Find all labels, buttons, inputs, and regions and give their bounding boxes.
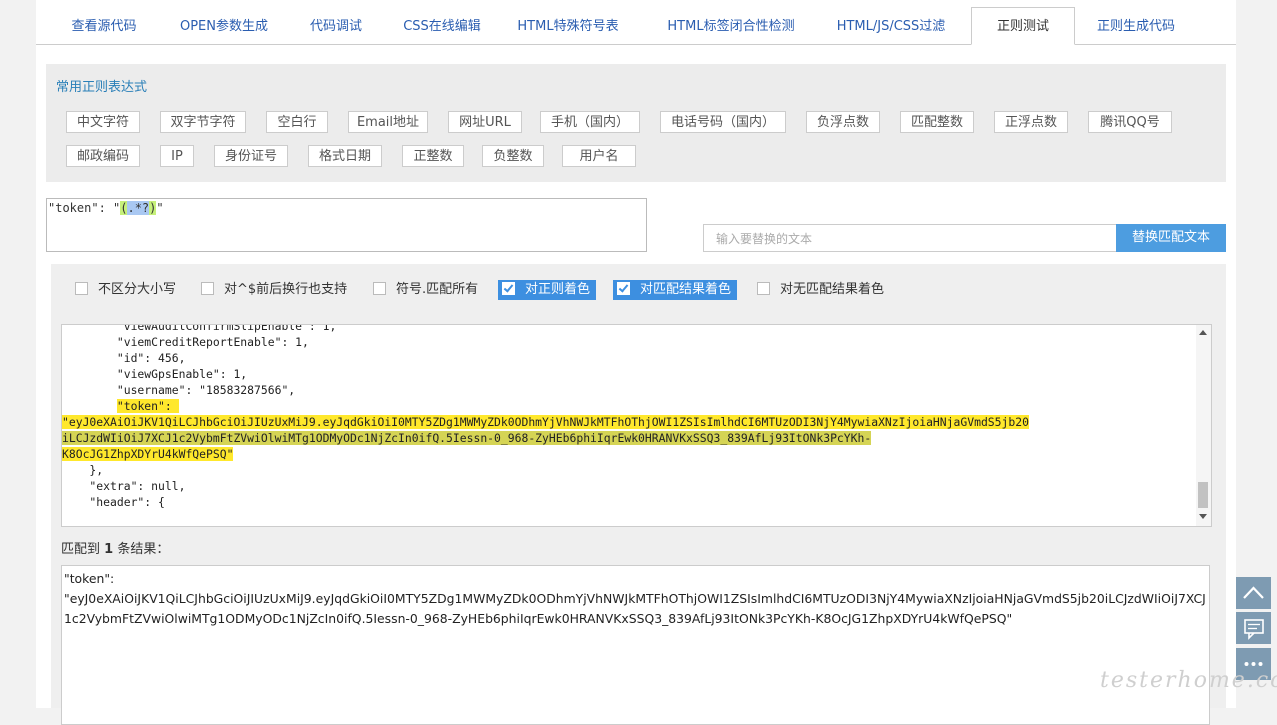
tab-css-editor[interactable]: CSS在线编辑 [392, 8, 492, 44]
checkbox-icon [373, 282, 386, 295]
code-line: "id": 456, [62, 351, 186, 365]
chevron-up-icon [1243, 586, 1264, 599]
code-line: "header": { [62, 495, 165, 509]
regex-btn-postcode[interactable]: 邮政编码 [66, 145, 140, 167]
option-color-regex[interactable]: 对正则着色 [498, 280, 597, 300]
common-regex-panel: 常用正则表达式 中文字符 双字节字符 空白行 Email地址 网址URL 手机（… [46, 64, 1226, 182]
regex-btn-integer[interactable]: 匹配整数 [900, 111, 974, 133]
code-line: iLCJzdWIiOiJ7XCJ1c2VybmFtZVwiOlwiMTg1ODM… [62, 430, 1194, 446]
regex-suffix: " [156, 201, 164, 215]
replace-text-input[interactable]: 输入要替换的文本 [703, 224, 1117, 252]
common-regex-title: 常用正则表达式 [56, 80, 148, 95]
match-highlight: K8OcJG1ZhpXDYrU4kWfQePSQ" [62, 447, 234, 461]
regex-btn-negative-float[interactable]: 负浮点数 [806, 111, 880, 133]
regex-btn-ip[interactable]: IP [160, 145, 194, 167]
regex-btn-double-byte[interactable]: 双字节字符 [160, 111, 246, 133]
code-line: "viemCreditReportEnable": 1, [62, 335, 309, 349]
tab-regex-codegen[interactable]: 正则生成代码 [1086, 8, 1186, 44]
tab-view-source[interactable]: 查看源代码 [56, 8, 152, 44]
option-case-insensitive[interactable]: 不区分大小写 [75, 280, 176, 300]
regex-btn-date[interactable]: 格式日期 [308, 145, 382, 167]
code-line: "viewGpsEnable": 1, [62, 367, 248, 381]
feedback-button[interactable] [1236, 612, 1271, 644]
scroll-down-arrow-icon[interactable] [1199, 514, 1207, 519]
scroll-up-arrow-icon[interactable] [1199, 330, 1207, 335]
regex-btn-positive-int[interactable]: 正整数 [402, 145, 464, 167]
regex-btn-phone[interactable]: 电话号码（国内） [660, 111, 786, 133]
regex-btn-blank-line[interactable]: 空白行 [266, 111, 328, 133]
tab-html-symbols[interactable]: HTML特殊符号表 [508, 8, 628, 44]
code-line: "extra": null, [62, 479, 186, 493]
tab-html-tag-check[interactable]: HTML标签闭合性检测 [654, 8, 808, 44]
regex-btn-id-card[interactable]: 身份证号 [214, 145, 288, 167]
tab-open-params[interactable]: OPEN参数生成 [164, 8, 284, 44]
code-line: K8OcJG1ZhpXDYrU4kWfQePSQ" [62, 446, 1194, 462]
match-count-suffix: 条结果： [117, 542, 170, 557]
test-text-content: "viewAuditConfirmSlipEnable": 1, "viemCr… [62, 324, 1194, 510]
match-result-box[interactable]: "token": "eyJ0eXAiOiJKV1QiLCJhbGciOiJIUz… [61, 565, 1210, 725]
option-color-no-match[interactable]: 对无匹配结果着色 [757, 280, 884, 300]
editor-scrollbar[interactable] [1196, 325, 1211, 526]
checkbox-icon [75, 282, 88, 295]
comment-icon [1244, 619, 1264, 640]
test-area: 不区分大小写 对^$前后换行也支持 符号.匹配所有 对正则着色 对匹配结果着色 … [51, 264, 1226, 725]
scrollbar-thumb[interactable] [1198, 482, 1208, 508]
regex-input[interactable]: "token": "(.*?)" [46, 198, 647, 252]
regex-btn-email[interactable]: Email地址 [348, 111, 428, 133]
watermark: testerhome.com [1100, 668, 1277, 693]
regex-btn-negative-int[interactable]: 负整数 [482, 145, 544, 167]
regex-btn-url[interactable]: 网址URL [448, 111, 522, 133]
checkbox-checked-icon [617, 282, 630, 295]
code-line: "token": [62, 398, 1194, 414]
tab-regex-test[interactable]: 正则测试 [971, 7, 1075, 45]
regex-btn-mobile[interactable]: 手机（国内） [540, 111, 640, 133]
tab-code-debug[interactable]: 代码调试 [296, 8, 376, 44]
option-dotall[interactable]: 符号.匹配所有 [373, 280, 478, 300]
result-line: "eyJ0eXAiOiJKV1QiLCJhbGciOiJIUzUxMiJ9.ey… [64, 591, 1206, 626]
code-line: "viewAuditConfirmSlipEnable": 1, [62, 324, 337, 333]
regex-btn-qq[interactable]: 腾讯QQ号 [1088, 111, 1172, 133]
regex-btn-username[interactable]: 用户名 [562, 145, 636, 167]
regex-btn-chinese[interactable]: 中文字符 [66, 111, 140, 133]
regex-prefix: "token": " [48, 201, 121, 215]
checkbox-checked-icon [502, 282, 515, 295]
option-color-matches[interactable]: 对匹配结果着色 [613, 280, 738, 300]
match-highlight: "eyJ0eXAiOiJKV1QiLCJhbGciOiJIUzUxMiJ9.ey… [62, 415, 1029, 429]
match-highlight: "token": [116, 399, 179, 413]
option-multiline[interactable]: 对^$前后换行也支持 [201, 280, 347, 300]
checkbox-icon [757, 282, 770, 295]
back-to-top-button[interactable] [1236, 577, 1271, 609]
result-line: "token": [64, 571, 115, 586]
code-line: "username": "18583287566", [62, 383, 296, 397]
page-container: 查看源代码 OPEN参数生成 代码调试 CSS在线编辑 HTML特殊符号表 HT… [36, 0, 1236, 725]
tool-tabs: 查看源代码 OPEN参数生成 代码调试 CSS在线编辑 HTML特殊符号表 HT… [36, 7, 1236, 45]
tab-html-js-css-filter[interactable]: HTML/JS/CSS过滤 [826, 8, 956, 44]
test-text-editor[interactable]: "viewAuditConfirmSlipEnable": 1, "viemCr… [61, 324, 1212, 527]
match-group-highlight: iLCJzdWIiOiJ7XCJ1c2VybmFtZVwiOlwiMTg1ODM… [62, 431, 872, 445]
code-line: "eyJ0eXAiOiJKV1QiLCJhbGciOiJIUzUxMiJ9.ey… [62, 414, 1194, 430]
match-count-number: 1 [104, 542, 114, 557]
code-line: }, [62, 463, 104, 477]
regex-group-body: .*? [127, 201, 150, 215]
replace-match-button[interactable]: 替换匹配文本 [1116, 224, 1226, 252]
match-count-prefix: 匹配到 [61, 542, 101, 557]
match-count-label: 匹配到 1 条结果： [61, 538, 169, 557]
regex-btn-positive-float[interactable]: 正浮点数 [994, 111, 1068, 133]
checkbox-icon [201, 282, 214, 295]
